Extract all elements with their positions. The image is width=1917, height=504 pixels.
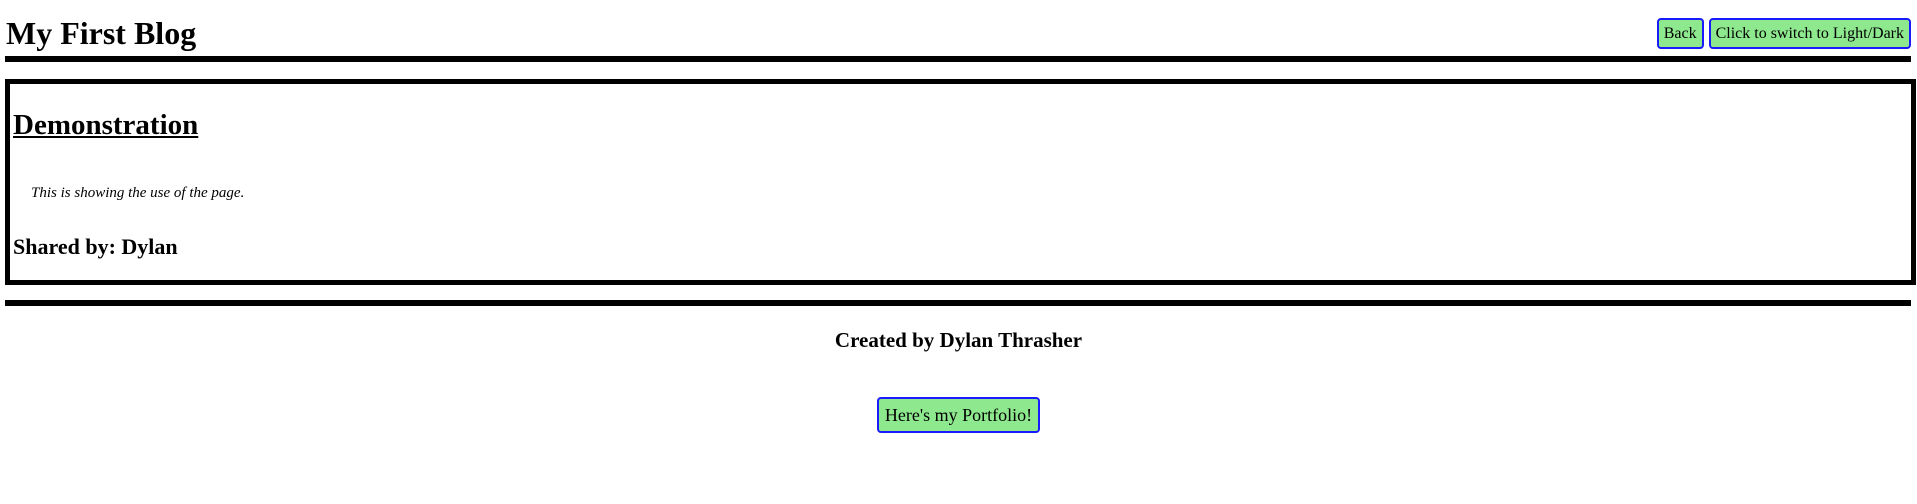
- site-title: My First Blog: [6, 15, 197, 51]
- blog-post: Demonstration This is showing the use of…: [5, 79, 1916, 285]
- footer-divider: [5, 300, 1911, 306]
- post-title: Demonstration: [13, 109, 199, 141]
- back-button[interactable]: Back: [1656, 18, 1704, 49]
- theme-toggle-button[interactable]: Click to switch to Light/Dark: [1708, 18, 1911, 49]
- portfolio-button-container: Here's my Portfolio!: [0, 397, 1917, 433]
- post-author: Shared by: Dylan: [13, 234, 178, 259]
- portfolio-button[interactable]: Here's my Portfolio!: [876, 397, 1041, 433]
- header-buttons: Back Click to switch to Light/Dark: [1656, 18, 1911, 49]
- post-body: This is showing the use of the page.: [31, 185, 245, 201]
- site-header: My First Blog Back Click to switch to Li…: [5, 0, 1911, 62]
- footer-credit: Created by Dylan Thrasher: [834, 328, 1083, 352]
